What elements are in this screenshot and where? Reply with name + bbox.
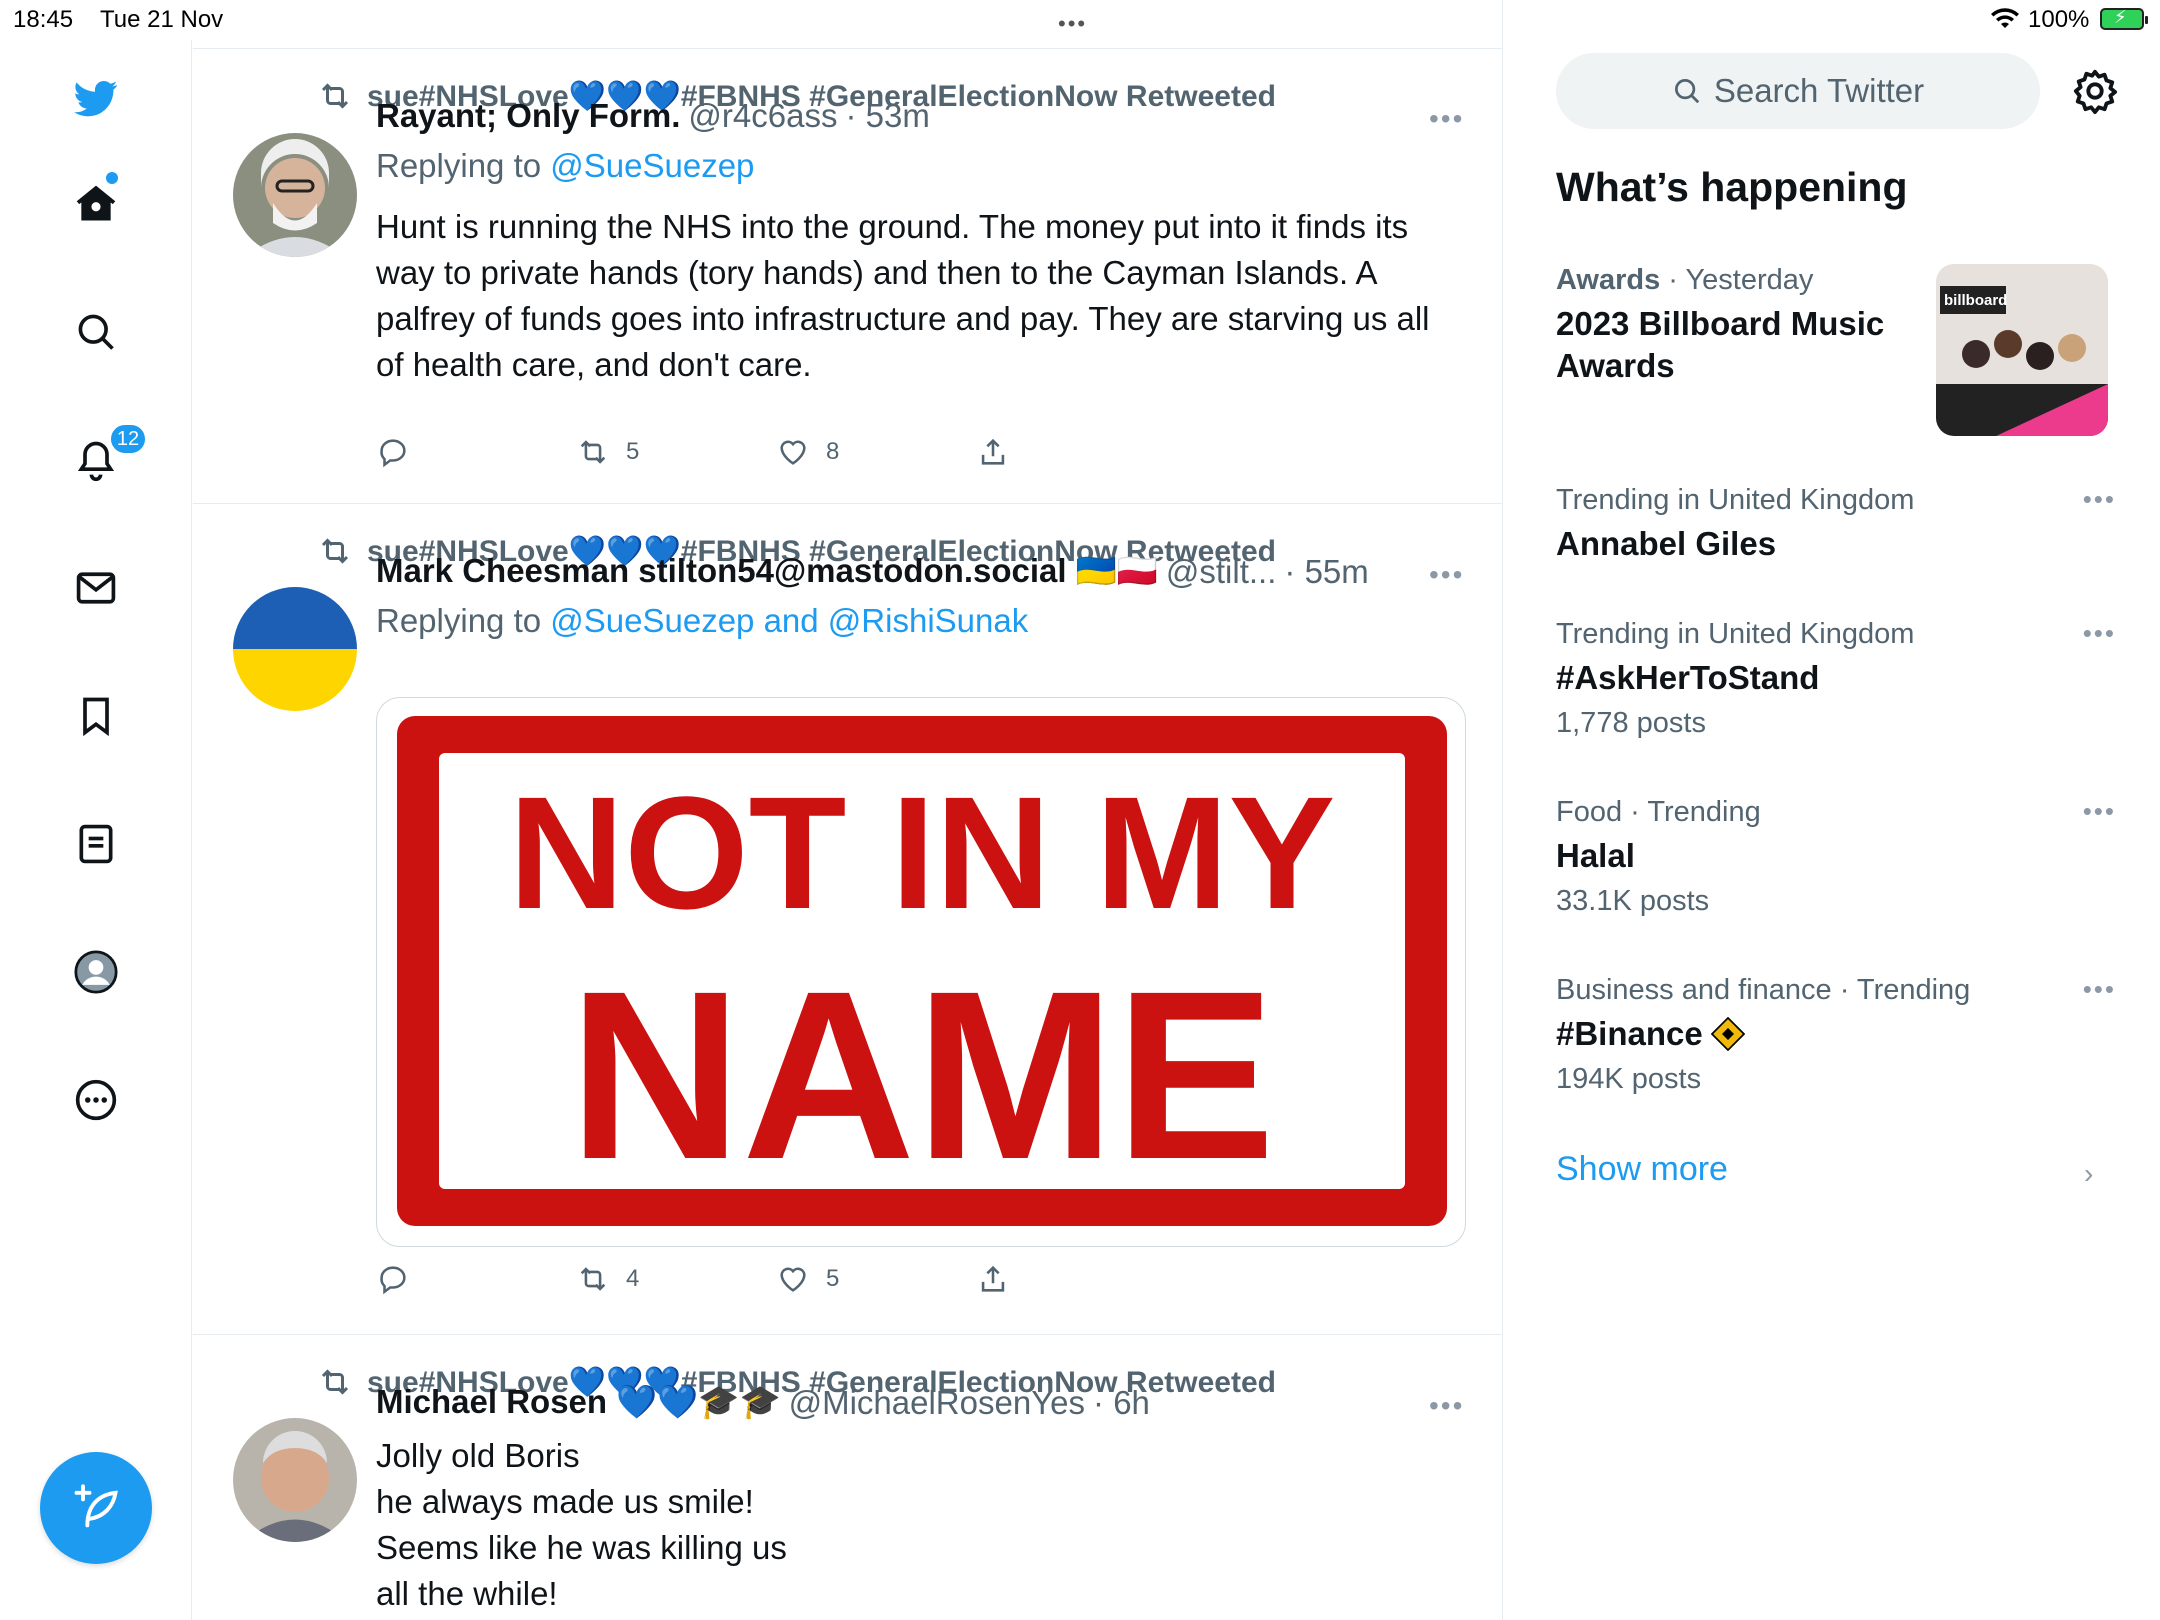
trend-item[interactable]: Trending in United Kingdom #AskHerToStan… — [1556, 618, 2116, 740]
show-more-link[interactable]: Show more — [1556, 1150, 1728, 1189]
tweet-1[interactable]: sue#NHSLove💙💙💙#FBNHS #GeneralElectionNow… — [193, 49, 1502, 504]
share-icon — [981, 438, 1005, 465]
retweet-icon — [321, 538, 349, 564]
binance-logo-icon — [1710, 1017, 1745, 1051]
gear-icon[interactable] — [2072, 68, 2118, 114]
home-icon[interactable] — [62, 170, 130, 238]
tweet-2[interactable]: sue#NHSLove💙💙💙#FBNHS #GeneralElectionNow… — [193, 505, 1502, 1335]
author-handle[interactable]: @r4c6ass — [688, 97, 837, 135]
tweet-more-icon[interactable]: ••• — [1429, 103, 1464, 135]
featured-trend-image[interactable]: billboard — [1936, 264, 2108, 436]
home-timeline: sue#NHSLove💙💙💙#FBNHS #GeneralElectionNow… — [193, 0, 1503, 1620]
stamp-line-2: NAME — [569, 941, 1276, 1209]
notifications-badge: 12 — [108, 422, 148, 456]
author-name[interactable]: Rayant; Only Form. — [376, 97, 680, 135]
whats-happening-heading: What’s happening — [1556, 164, 1908, 210]
reply-icon — [380, 1266, 406, 1295]
tweet-header: Michael Rosen 💙💙🎓🎓 @MichaelRosenYes · 6h — [376, 1383, 1150, 1422]
profile-icon[interactable] — [62, 938, 130, 1006]
avatar[interactable] — [233, 1418, 357, 1542]
like-button[interactable]: 5 — [776, 1262, 839, 1296]
new-content-dot — [106, 172, 118, 184]
featured-trend[interactable]: Awards · Yesterday 2023 Billboard Music … — [1556, 264, 1936, 387]
tweet-more-icon[interactable]: ••• — [1429, 1390, 1464, 1422]
search-icon — [1674, 79, 1700, 104]
trend-item[interactable]: Food · Trending Halal 33.1K posts ••• — [1556, 796, 2116, 918]
share-icon — [981, 1265, 1005, 1292]
bell-icon[interactable]: 12 — [62, 422, 148, 494]
trend-more-icon[interactable]: ••• — [2083, 974, 2116, 1005]
more-icon[interactable] — [62, 1066, 130, 1134]
bookmark-icon[interactable] — [62, 682, 130, 750]
author-name[interactable]: Mark Cheesman stilton54@mastodon.social … — [376, 552, 1158, 591]
heart-icon — [780, 440, 806, 465]
tweet-actions: 5 8 — [376, 435, 1076, 475]
tweet-text: Jolly old Boris he always made us smile!… — [376, 1437, 787, 1612]
heart-icon — [780, 1267, 806, 1292]
replying-to-link[interactable]: @SueSuezep — [550, 147, 754, 184]
retweet-icon — [321, 1369, 349, 1395]
tweet-time[interactable]: · 6h — [1093, 1384, 1150, 1422]
tweet-image[interactable]: NOT IN MY NAME — [376, 697, 1466, 1247]
like-button[interactable]: 8 — [776, 435, 839, 469]
search-input[interactable]: Search Twitter — [1556, 53, 2040, 129]
retweet-button[interactable]: 4 — [576, 1262, 639, 1296]
replying-to: Replying to @SueSuezep and @RishiSunak — [376, 602, 1029, 639]
status-time: 18:45 — [13, 6, 74, 33]
share-button[interactable] — [976, 1262, 1010, 1296]
author-name[interactable]: Michael Rosen 💙💙🎓🎓 — [376, 1383, 781, 1422]
compose-tweet-button[interactable] — [40, 1452, 152, 1564]
right-sidebar: Search Twitter What’s happening Awards ·… — [1504, 0, 2160, 1620]
stamp-line-1: NOT IN MY — [509, 763, 1336, 942]
search-icon[interactable] — [62, 298, 130, 366]
reply-button[interactable] — [376, 1262, 410, 1296]
tweet-text: Hunt is running the NHS into the ground.… — [376, 208, 1430, 383]
trend-more-icon[interactable]: ••• — [2083, 618, 2116, 649]
compose-icon — [74, 1484, 118, 1528]
lists-icon[interactable] — [62, 810, 130, 878]
trend-category: Awards — [1556, 264, 1661, 296]
tweet-actions: 4 5 — [376, 1262, 1076, 1302]
trend-title: 2023 Billboard Music Awards — [1556, 305, 1885, 384]
trend-item[interactable]: Trending in United Kingdom Annabel Giles… — [1556, 484, 2116, 565]
tweet-header: Rayant; Only Form. @r4c6ass · 53m — [376, 97, 930, 135]
replying-to: Replying to @SueSuezep — [376, 147, 755, 184]
tweet-3[interactable]: sue#NHSLove💙💙💙#FBNHS #GeneralElectionNow… — [193, 1336, 1502, 1620]
trend-item[interactable]: Business and finance · Trending #Binance… — [1556, 974, 2116, 1096]
share-button[interactable] — [976, 435, 1010, 469]
retweet-icon — [321, 83, 349, 109]
author-handle[interactable]: @MichaelRosenYes — [789, 1384, 1085, 1422]
trend-more-icon[interactable]: ••• — [2083, 796, 2116, 827]
trend-more-icon[interactable]: ••• — [2083, 484, 2116, 515]
left-navigation: 12 — [0, 40, 192, 1620]
svg-text:billboard: billboard — [1944, 292, 2007, 309]
tweet-header: Mark Cheesman stilton54@mastodon.social … — [376, 552, 1369, 591]
replying-to-link[interactable]: @SueSuezep and @RishiSunak — [550, 602, 1028, 639]
avatar[interactable] — [233, 133, 357, 257]
tweet-time[interactable]: · 53m — [845, 97, 929, 135]
retweet-icon — [580, 440, 606, 464]
tweet-time[interactable]: · 55m — [1284, 553, 1368, 591]
twitter-logo-icon[interactable] — [62, 64, 130, 132]
reply-button[interactable] — [376, 435, 410, 469]
chevron-right-icon: › — [2084, 1158, 2094, 1189]
tweet-more-icon[interactable]: ••• — [1429, 559, 1464, 591]
reply-icon — [380, 439, 406, 468]
envelope-icon[interactable] — [62, 554, 130, 622]
retweet-icon — [580, 1267, 606, 1291]
author-handle[interactable]: @stilt... — [1166, 553, 1277, 591]
retweet-button[interactable]: 5 — [576, 435, 639, 469]
avatar[interactable] — [233, 587, 357, 711]
